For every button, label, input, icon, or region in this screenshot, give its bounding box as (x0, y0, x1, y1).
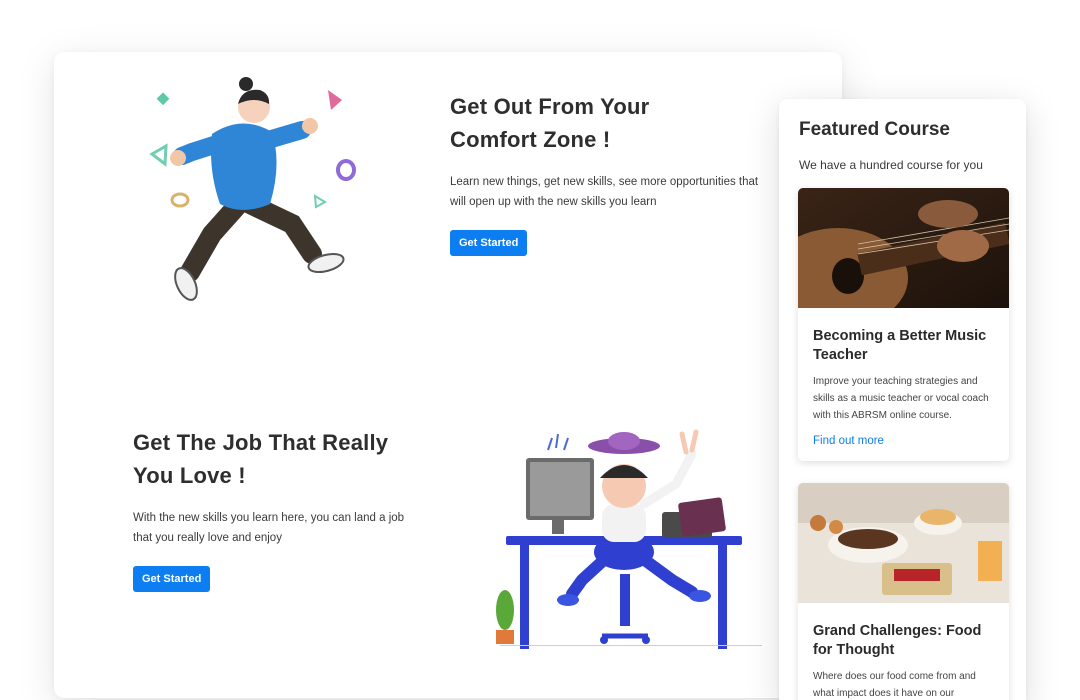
food-photo (798, 483, 1009, 603)
course-body-music: Becoming a Better Music Teacher Improve … (798, 313, 1009, 461)
page: Get Out From Your Comfort Zone ! Learn n… (0, 0, 1080, 700)
job-title-line-1: Get The Job That Really (133, 430, 389, 455)
floor-line (500, 645, 762, 646)
course-body-food: Grand Challenges: Food for Thought Where… (798, 608, 1009, 700)
course-card-food[interactable]: Grand Challenges: Food for Thought Where… (798, 483, 1009, 700)
job-get-started-button[interactable]: Get Started (133, 566, 211, 592)
hero-title-line-1: Get Out From Your (450, 94, 650, 119)
hero-title-line-2: Comfort Zone ! (450, 127, 611, 152)
course-title: Grand Challenges: Food for Thought (813, 623, 982, 658)
job-title: Get The Job That Really You Love ! (133, 426, 423, 492)
course-description: Where does our food come from and what i… (813, 671, 976, 699)
hero-title: Get Out From Your Comfort Zone ! (450, 90, 770, 156)
job-title-line-2: You Love ! (133, 463, 246, 488)
featured-course-panel: Featured Course We have a hundred course… (779, 99, 1026, 700)
course-card-music[interactable]: Becoming a Better Music Teacher Improve … (798, 188, 1009, 461)
jumping-person-illustration (149, 77, 356, 301)
featured-subtitle: We have a hundred course for you (799, 158, 983, 172)
course-description: Improve your teaching strategies and ski… (813, 376, 989, 421)
course-title: Becoming a Better Music Teacher (813, 328, 987, 363)
featured-title: Featured Course (799, 119, 950, 140)
main-card: Get Out From Your Comfort Zone ! Learn n… (54, 52, 842, 698)
hero-section: Get Out From Your Comfort Zone ! Learn n… (450, 90, 770, 256)
job-section: Get The Job That Really You Love ! With … (133, 426, 423, 592)
hero-get-started-button[interactable]: Get Started (450, 230, 528, 256)
job-description: With the new skills you learn here, you … (133, 512, 405, 544)
find-out-more-link[interactable]: Find out more (813, 435, 994, 447)
desk-worker-illustration (496, 429, 742, 649)
hero-description: Learn new things, get new skills, see mo… (450, 176, 759, 208)
guitar-photo (798, 188, 1009, 328)
